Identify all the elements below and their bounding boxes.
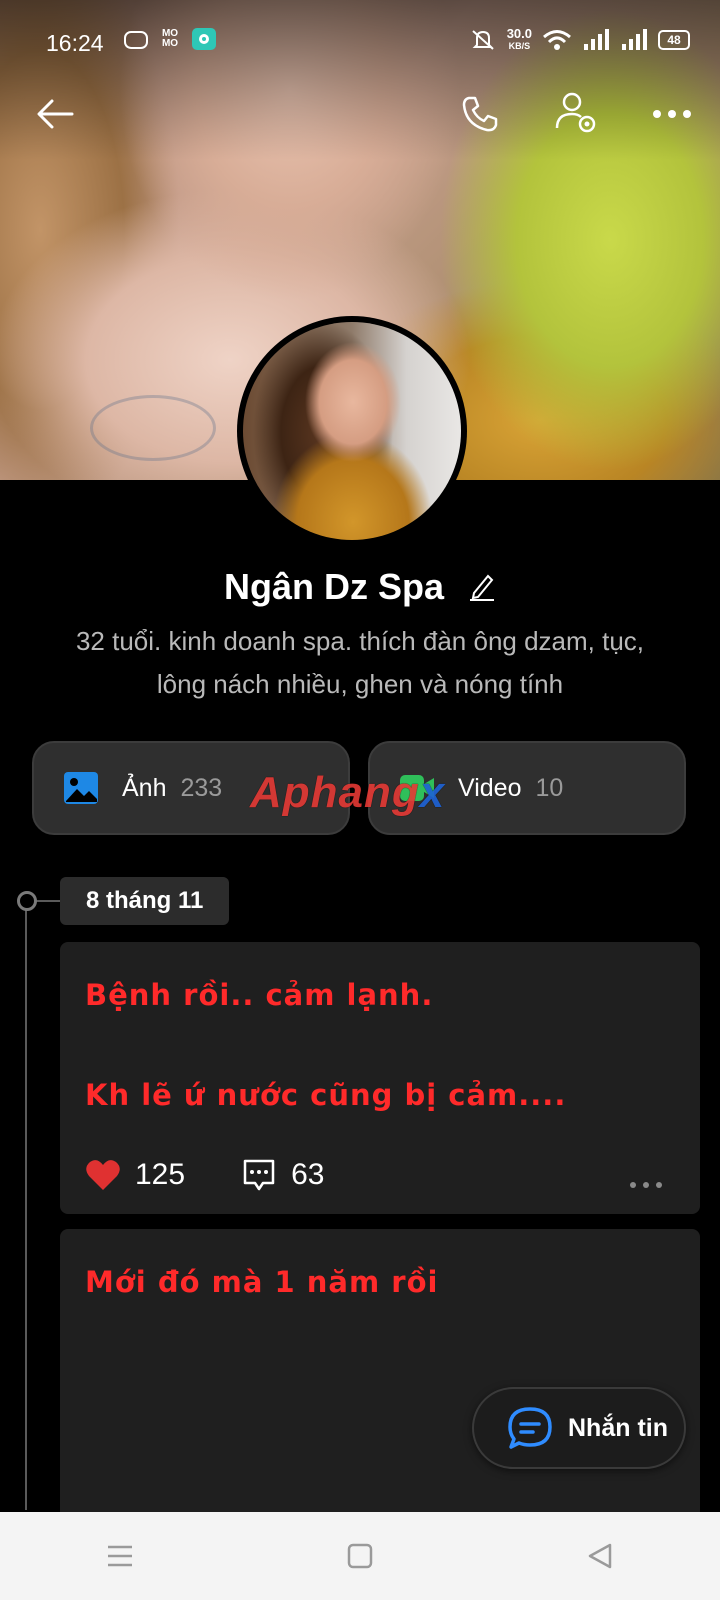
watermark: Aphangx	[250, 768, 445, 818]
post-actions: 125 63	[85, 1157, 324, 1193]
post-text-line: Kh lẽ ứ nước cũng bị cảm....	[85, 1078, 567, 1112]
timeline-dot	[17, 891, 37, 911]
signal-icon-2	[622, 29, 647, 50]
comment-count: 63	[291, 1158, 325, 1191]
cover-tattoo-detail	[90, 395, 216, 461]
wifi-icon	[543, 30, 571, 50]
system-nav-bar	[0, 1512, 720, 1600]
back-button[interactable]	[30, 92, 80, 136]
profile-bio: 32 tuổi. kinh doanh spa. thích đàn ông d…	[20, 620, 700, 706]
pencil-icon	[470, 574, 495, 602]
videos-label: Video	[458, 773, 522, 802]
photos-label: Ảnh	[122, 773, 167, 802]
call-button[interactable]	[456, 90, 504, 138]
status-right: 30.0 KB/S 48	[469, 26, 690, 52]
like-count: 125	[135, 1158, 186, 1191]
message-button-label: Nhắn tin	[568, 1413, 668, 1442]
more-dot	[656, 1182, 662, 1188]
timeline-date: 8 tháng 11	[60, 877, 230, 925]
post-text-line: Bệnh rồi.. cảm lạnh.	[85, 978, 434, 1012]
heart-icon	[86, 1160, 120, 1190]
status-time: 16:24	[46, 30, 104, 56]
message-button[interactable]: Nhắn tin	[472, 1387, 686, 1469]
timeline-post[interactable]: Mới đó mà 1 năm rồi	[60, 1229, 700, 1519]
arrow-left-icon	[37, 99, 74, 129]
avatar-photo	[243, 322, 461, 540]
like-button[interactable]: 125	[85, 1158, 185, 1192]
phone-icon	[462, 96, 498, 132]
nav-home-button[interactable]	[300, 1526, 420, 1586]
photos-count: 233	[180, 773, 223, 802]
comment-button[interactable]: 63	[241, 1157, 324, 1193]
signal-icon-1	[584, 29, 609, 50]
nav-menu-button[interactable]	[60, 1526, 180, 1586]
bio-line: 32 tuổi. kinh doanh spa. thích đàn ông d…	[75, 626, 645, 656]
profile-name: Ngân Dz Spa	[223, 566, 444, 607]
more-button[interactable]	[648, 96, 696, 132]
videos-count: 10	[535, 773, 564, 802]
timeline-post[interactable]: Bệnh rồi.. cảm lạnh. Kh lẽ ứ nước cũng b…	[60, 942, 700, 1214]
more-horizontal-icon	[653, 110, 691, 118]
timeline-connector	[34, 900, 62, 902]
user-settings-icon	[555, 92, 596, 133]
profile-avatar[interactable]	[237, 316, 467, 546]
post-text-line: Mới đó mà 1 năm rồi	[85, 1265, 439, 1299]
network-speed: 30.0 KB/S	[506, 26, 532, 52]
more-dot	[643, 1182, 649, 1188]
status-app-icons: MO MO	[124, 28, 216, 50]
image-icon	[64, 772, 98, 804]
more-dot	[630, 1182, 636, 1188]
back-triangle-icon	[588, 1543, 612, 1569]
network-speed-unit: KB/S	[508, 41, 531, 51]
nav-back-button[interactable]	[540, 1526, 660, 1586]
watermark-text: Aphang	[250, 768, 420, 817]
chat-app-icon	[192, 28, 216, 50]
home-square-icon	[347, 1543, 373, 1569]
comment-icon	[243, 1159, 275, 1191]
menu-icon	[108, 1545, 132, 1567]
mute-icon	[472, 30, 494, 50]
momo-icon: MO MO	[161, 28, 179, 49]
profile-name-row: Ngân Dz Spa	[0, 566, 720, 610]
edit-name-button[interactable]	[468, 568, 496, 610]
status-bar: 16:24 MO MO 30.0 KB/S 48	[0, 0, 720, 64]
bio-line: lông nách nhiều, ghen và nóng tính	[156, 669, 564, 699]
watermark-suffix: x	[419, 768, 446, 817]
gamepad-icon	[124, 31, 148, 49]
chat-bubble-icon	[508, 1407, 552, 1449]
profile-settings-button[interactable]	[552, 88, 602, 138]
network-speed-value: 30.0	[506, 26, 532, 41]
post-more-button[interactable]	[630, 1182, 662, 1188]
timeline-line	[25, 900, 27, 1510]
battery-icon: 48	[658, 30, 690, 50]
